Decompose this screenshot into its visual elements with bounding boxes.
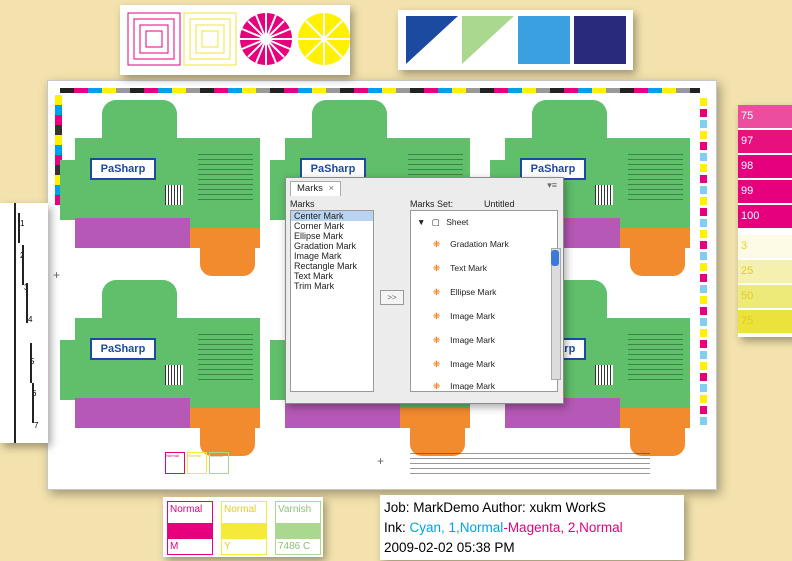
expand-arrow-icon[interactable]: ▼	[417, 217, 425, 227]
legend-label: Normal	[170, 504, 203, 515]
color-block-swatches	[406, 16, 626, 64]
tree-item-label: Image Mark	[450, 335, 495, 345]
tree-item[interactable]: ⁜ Image Mark	[433, 381, 495, 390]
list-item[interactable]: Center Mark	[291, 211, 373, 221]
marks-label: Marks	[290, 199, 315, 209]
legend-code: 7486 C	[278, 541, 311, 552]
tree-item-label: Text Mark	[450, 263, 487, 273]
marks-set-tree[interactable]: ▼ ▢ Sheet ⁜ Gradation Mark ⁜ Text Mark ⁜ El…	[410, 210, 558, 392]
add-mark-button[interactable]: >>	[380, 290, 404, 305]
color-blocks-callout	[398, 10, 633, 70]
ink-label: Ink:	[384, 520, 410, 535]
ink-cyan: Cyan, 1,Normal	[409, 520, 504, 535]
tree-item-label: Image Mark	[450, 381, 495, 390]
color-bar-top	[60, 88, 700, 93]
tab-close-icon[interactable]: ×	[329, 183, 335, 194]
tint-cell: 75	[738, 310, 792, 333]
tree-item-label: Image Mark	[450, 311, 495, 321]
scrollbar-thumb[interactable]	[551, 250, 559, 266]
barcode-icon	[165, 365, 183, 385]
tree-item[interactable]: ⁜ Image Mark	[433, 359, 495, 370]
ruler-label: 4	[28, 315, 33, 324]
package-die-cut: PaSharp	[60, 280, 265, 456]
registration-mark-icon: +	[53, 268, 61, 282]
tint-cell: 97	[738, 130, 792, 153]
mark-patterns-callout	[120, 5, 350, 75]
list-item[interactable]: Gradation Mark	[291, 241, 373, 251]
mark-icon: ⁜	[433, 381, 441, 390]
list-item[interactable]: Trim Mark	[291, 281, 373, 291]
color-bar-right	[700, 95, 707, 425]
tint-cell: 100	[738, 205, 792, 228]
list-item[interactable]: Corner Mark	[291, 221, 373, 231]
list-item[interactable]: Ellipse Mark	[291, 231, 373, 241]
tab-marks-label: Marks	[297, 183, 323, 194]
package-die-cut: PaSharp	[60, 100, 265, 276]
tint-cell: 25	[738, 260, 792, 283]
page-icon: ▢	[431, 217, 440, 227]
mark-icon: ⁜	[433, 287, 441, 297]
list-item[interactable]: Image Mark	[291, 251, 373, 261]
ink-magenta: Magenta, 2,Normal	[507, 520, 623, 535]
brand-logo: PaSharp	[90, 338, 156, 360]
legend-code: M	[170, 541, 179, 552]
small-legend-label: Normal	[187, 452, 207, 474]
legend-cell-magenta: Normal M	[167, 501, 213, 555]
barcode-icon	[165, 185, 183, 205]
small-legend-label: Varnish	[209, 452, 229, 474]
registration-mark-icon: +	[377, 454, 385, 468]
legend-label: Varnish	[278, 504, 312, 515]
tree-item[interactable]: ⁜ Image Mark	[433, 311, 495, 322]
legend-cell-varnish: Varnish 7486 C	[275, 501, 321, 555]
mark-icon: ⁜	[433, 239, 441, 249]
tree-item[interactable]: ⁜ Text Mark	[433, 263, 487, 274]
panel-menu-icon[interactable]: ▾≡	[547, 180, 557, 191]
tint-cell: 3	[738, 235, 792, 258]
tree-node-sheet[interactable]: ▼ ▢ Sheet	[417, 217, 468, 228]
legend-label: Normal	[224, 504, 257, 515]
marks-set-label: Marks Set:	[410, 199, 454, 209]
tree-item[interactable]: ⁜ Ellipse Mark	[433, 287, 496, 298]
small-legend: Normal Normal Varnish	[165, 452, 235, 474]
tree-item[interactable]: ⁜ Gradation Mark	[433, 239, 509, 250]
tree-node-label: Sheet	[446, 217, 469, 227]
list-item[interactable]: Text Mark	[291, 271, 373, 281]
legend-cell-yellow: Normal Y	[221, 501, 267, 555]
ruler-label: 7	[34, 421, 39, 430]
marks-set-name: Untitled	[484, 199, 515, 209]
tint-cell: 75	[738, 105, 792, 128]
mark-icon: ⁜	[433, 335, 441, 345]
scrollbar[interactable]	[551, 248, 561, 380]
ink-legend-callout: Normal M Normal Y Varnish 7486 C	[163, 497, 323, 557]
sheet-info-text	[410, 452, 650, 474]
date-line: 2009-02-02 05:38 PM	[384, 540, 515, 555]
mark-icon: ⁜	[433, 359, 441, 369]
small-legend-label: Normal	[165, 452, 185, 474]
tint-scale-callout: 75 97 98 99 100 3 25 50 75	[738, 105, 792, 337]
tab-marks[interactable]: Marks ×	[290, 181, 342, 196]
tree-item-label: Ellipse Mark	[450, 287, 497, 297]
tint-cell: 98	[738, 155, 792, 178]
marks-list[interactable]: Center Mark Corner Mark Ellipse Mark Gra…	[290, 210, 374, 392]
ruler-label: 1	[20, 219, 25, 228]
tint-cell: 50	[738, 285, 792, 308]
mark-icon: ⁜	[433, 263, 441, 273]
barcode-icon	[595, 365, 613, 385]
brand-logo: PaSharp	[90, 158, 156, 180]
legend-code: Y	[224, 541, 231, 552]
list-item[interactable]: Rectangle Mark	[291, 261, 373, 271]
tree-item-label: Gradation Mark	[450, 239, 509, 249]
ink-info-line: Ink: Cyan, 1,Normal-Magenta, 2,Normal	[384, 518, 680, 538]
marks-panel[interactable]: Marks × ▾≡ Marks Marks Set: Untitled Cen…	[285, 177, 564, 404]
mark-icon: ⁜	[433, 311, 441, 321]
job-info-callout: Job: MarkDemo Author: xukm WorkS Ink: Cy…	[380, 495, 684, 560]
step-ruler-callout: 1 2 3 4 5 6 7	[0, 203, 48, 443]
pattern-swatches	[127, 12, 350, 66]
tree-item-label: Image Mark	[450, 359, 495, 369]
tree-item[interactable]: ⁜ Image Mark	[433, 335, 495, 346]
tint-cell: 99	[738, 180, 792, 203]
job-info-line: Job: MarkDemo Author: xukm WorkS	[384, 500, 606, 515]
barcode-icon	[595, 185, 613, 205]
